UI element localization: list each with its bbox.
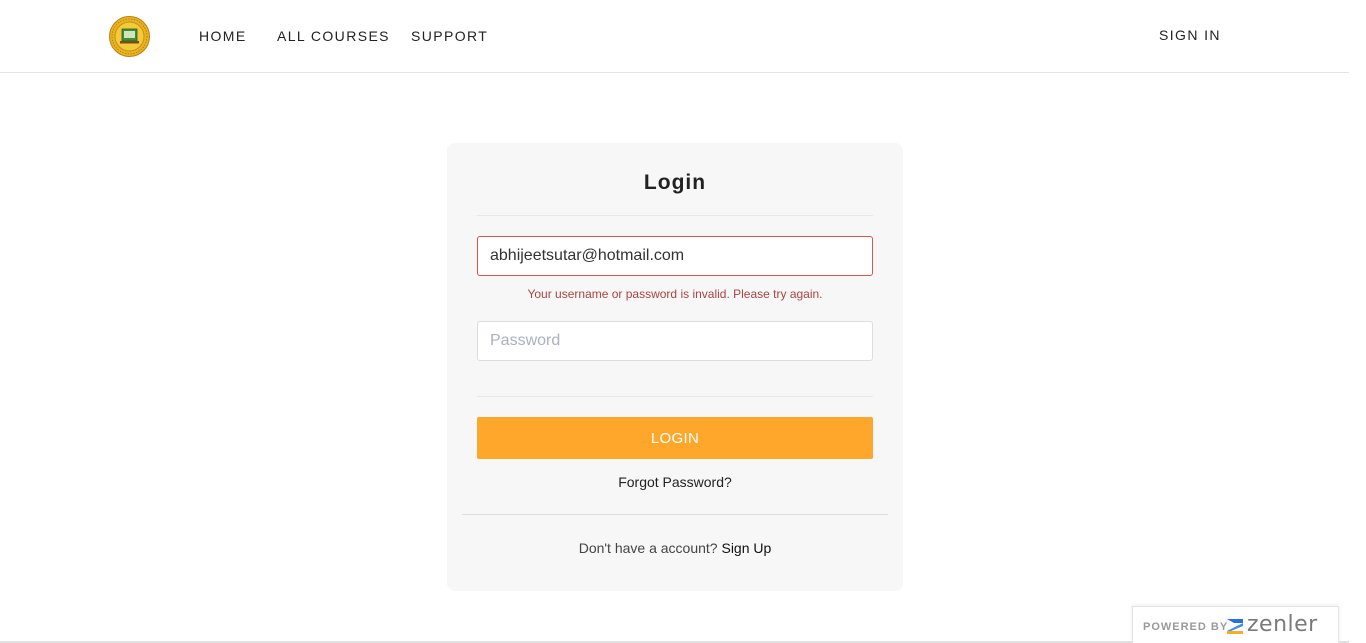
signup-prompt: Don't have a account? bbox=[578, 540, 718, 556]
password-field[interactable] bbox=[477, 321, 873, 361]
powered-by-badge[interactable]: POWERED BY zenler bbox=[1132, 606, 1339, 643]
scrollbar[interactable] bbox=[1349, 0, 1366, 643]
login-card: Login Your username or password is inval… bbox=[447, 143, 903, 591]
top-navbar: HOME ALL COURSES SUPPORT SIGN IN bbox=[0, 0, 1349, 73]
divider bbox=[462, 514, 888, 515]
school-logo-icon[interactable] bbox=[109, 16, 150, 57]
login-title: Login bbox=[643, 171, 707, 194]
powered-by-label: POWERED BY bbox=[1143, 621, 1229, 633]
zenler-z-icon bbox=[1227, 619, 1243, 634]
zenler-brand-name: zenler bbox=[1247, 612, 1318, 637]
nav-support-link[interactable]: SUPPORT bbox=[411, 28, 488, 44]
nav-all-courses-link[interactable]: ALL COURSES bbox=[277, 28, 390, 44]
page: HOME ALL COURSES SUPPORT SIGN IN Login Y… bbox=[0, 0, 1366, 643]
divider bbox=[477, 396, 873, 397]
login-button[interactable]: LOGIN bbox=[477, 417, 873, 459]
login-error-message: Your username or password is invalid. Pl… bbox=[527, 287, 823, 301]
signup-row: Don't have a account? Sign Up bbox=[447, 540, 903, 556]
divider bbox=[477, 215, 873, 216]
forgot-password-link[interactable]: Forgot Password? bbox=[447, 474, 903, 490]
nav-sign-in-link[interactable]: SIGN IN bbox=[1159, 27, 1221, 43]
signup-link[interactable]: Sign Up bbox=[721, 540, 771, 556]
email-field[interactable] bbox=[477, 236, 873, 276]
nav-home-link[interactable]: HOME bbox=[199, 28, 247, 44]
